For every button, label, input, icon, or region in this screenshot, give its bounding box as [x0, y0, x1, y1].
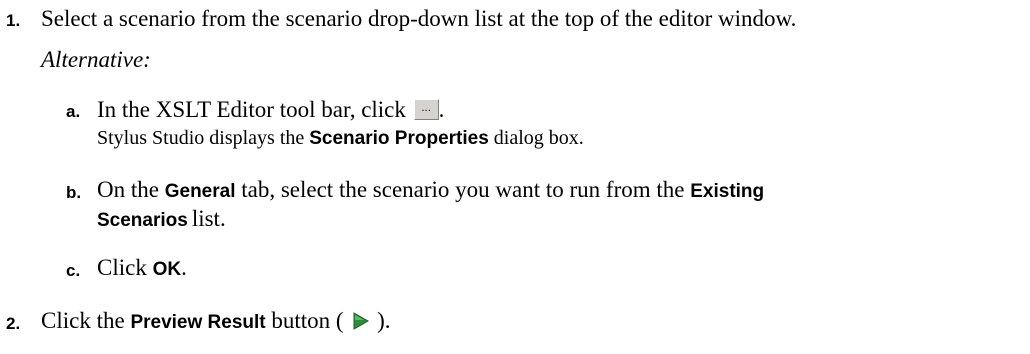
alternative-label: Alternative: — [41, 47, 151, 72]
substep-b-text: On the General tab, select the scenario … — [97, 177, 764, 203]
substep-c-part1: Click — [97, 255, 147, 280]
substep-a-result-after: dialog box. — [493, 127, 584, 149]
substep-b-part3: list. — [191, 206, 226, 231]
substep-a-result-before: Stylus Studio displays the — [97, 127, 305, 149]
substep-b-part2: tab, select the scenario you want to run… — [241, 177, 685, 202]
substep-a-text-after: . — [438, 97, 445, 122]
substep-a-text: In the XSLT Editor tool bar, click .... — [97, 97, 444, 123]
substep-c-part2: . — [181, 255, 187, 280]
step-1-number: 1. — [6, 11, 21, 30]
substep-c-text: Click OK. — [97, 255, 187, 281]
general-tab-label: General — [164, 181, 236, 202]
step-2-part1: Click the — [41, 308, 125, 333]
scenarios-label: Scenarios — [97, 210, 188, 231]
ellipsis-button-icon: ... — [421, 103, 431, 114]
substep-a-text-before: In the XSLT Editor tool bar, click — [97, 97, 406, 122]
preview-result-label: Preview Result — [130, 312, 266, 333]
step-1-text: Select a scenario from the scenario drop… — [41, 6, 797, 31]
preview-play-icon[interactable] — [349, 310, 371, 332]
substep-b-letter: b. — [66, 183, 82, 202]
scenario-properties-label: Scenario Properties — [309, 128, 489, 149]
document-page: 1. Select a scenario from the scenario d… — [0, 0, 1030, 354]
scenario-properties-button[interactable]: ... — [413, 99, 439, 120]
step-2-number: 2. — [6, 314, 21, 333]
existing-label: Existing — [690, 181, 765, 202]
substep-c-letter: c. — [66, 261, 81, 280]
substep-b-part1: On the — [97, 177, 159, 202]
step-2-text: Click the Preview Result button ( ). — [41, 308, 390, 334]
ok-label: OK — [152, 259, 182, 280]
step-2-part2: button ( — [271, 308, 344, 333]
substep-a-letter: a. — [66, 102, 81, 121]
substep-b-text-line2: Scenarios list. — [97, 206, 226, 232]
step-2-part3: ). — [377, 308, 391, 333]
substep-a-result: Stylus Studio displays the Scenario Prop… — [97, 127, 584, 150]
